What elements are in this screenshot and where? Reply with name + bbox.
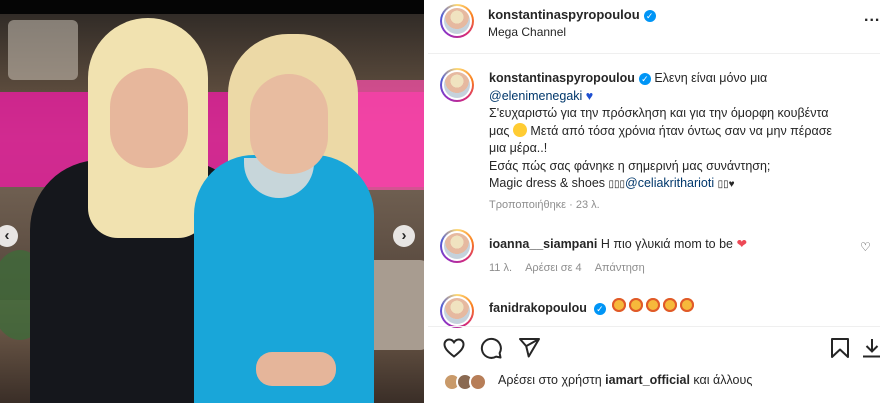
caption-author-avatar[interactable] [440,68,474,102]
mention-elenimenegaki[interactable]: @elenimenegaki [489,89,582,103]
hands-on-belly [256,352,336,386]
heart-icon[interactable] [442,336,466,360]
post-photo[interactable]: ‹ › [0,0,424,403]
share-icon[interactable] [517,336,541,360]
caption-line-6: Magic dress & shoes [489,176,606,190]
author-avatar[interactable] [440,4,474,38]
commenter-avatar[interactable] [440,294,474,328]
caption-line-4: μια μέρα..! [489,141,548,155]
caption-line-1: Ελενη είναι μόνο μια [654,71,768,85]
comment-item: fanidrakopoulou ✓ [489,298,697,315]
heart-eyes-emoji-icon [512,122,527,137]
photo-top-edge [0,0,424,14]
comment-item: ioanna__siampani Η πιο γλυκιά mom to be … [489,236,747,251]
mention-celiakritharioti[interactable]: @celiakritharioti [625,176,714,190]
comment-meta: 11 λ. Αρέσει σε 4 Απάντηση [489,262,645,274]
likes-suffix[interactable]: και άλλους [693,373,752,387]
comment-like-count[interactable]: Αρέσει σε 4 [525,262,582,274]
post-caption: konstantinaspyropoulou ✓ Ελενη είναι μόνο… [489,70,874,194]
caption-line-3: μας [489,123,510,138]
caption-username[interactable]: konstantinaspyropoulou [489,71,635,85]
caption-line-2: Σ'ευχαριστώ για την πρόσκληση και για τη… [489,106,829,120]
emoji-group-icon: ▯▯♥ [717,179,735,190]
sparkle-emoji-icon: ▯▯▯ [608,179,626,190]
liker-avatar [469,373,487,391]
verified-badge-icon: ✓ [593,303,606,315]
comment-reply-link[interactable]: Απάντηση [595,262,645,274]
bookmark-icon[interactable] [828,336,852,360]
comment-like-heart-icon[interactable]: ♡ [860,240,871,254]
star-eyes-emoji-icon [628,298,643,312]
person-right-face [250,74,328,174]
person-left-face [110,68,188,168]
verified-badge-icon: ✓ [638,72,651,85]
likes-summary[interactable]: Αρέσει στο χρήστη iamart_official και άλ… [498,373,752,387]
star-eyes-emoji-icon [679,298,694,312]
more-options-icon[interactable]: ... [864,8,880,26]
author-username[interactable]: konstantinaspyropoulou ✓ [488,7,656,22]
post-sidebar: konstantinaspyropoulou ✓ Mega Channel ...… [428,0,880,403]
action-bar [428,326,880,366]
blue-heart-icon: ♥ [585,88,594,103]
liker-username[interactable]: iamart_official [605,373,690,387]
star-eyes-emoji-icon [662,298,677,312]
commenter-avatar[interactable] [440,229,474,263]
caption-line-5: Εσάς πώς σας φάνηκε η σημερινή μας συνάν… [489,158,771,173]
star-eyes-emoji-icon [645,298,660,312]
liker-avatars[interactable] [443,373,495,391]
caption-line-3b: Μετά από τόσα χρόνια ήταν όντως σαν να μ… [530,123,832,138]
likes-prefix: Αρέσει στο χρήστη [498,373,602,387]
comment-username[interactable]: fanidrakopoulou [489,301,587,315]
post-header: konstantinaspyropoulou ✓ Mega Channel ... [428,0,880,54]
caption-edited-time: Τροποποιήθηκε · 23 λ. [489,199,600,211]
star-eyes-emoji-icon [611,298,626,312]
comment-text: Η πιο γλυκιά mom to be [600,237,734,251]
red-heart-icon: ❤ [736,237,747,251]
download-icon[interactable] [860,336,880,360]
post-location[interactable]: Mega Channel [488,25,566,39]
studio-lamp [8,20,78,80]
comment-username[interactable]: ioanna__siampani [489,237,597,251]
verified-badge-icon: ✓ [643,9,656,22]
comment-time[interactable]: 11 λ. [489,262,512,274]
carousel-next-button[interactable]: › [393,225,415,247]
comment-icon[interactable] [479,336,503,360]
